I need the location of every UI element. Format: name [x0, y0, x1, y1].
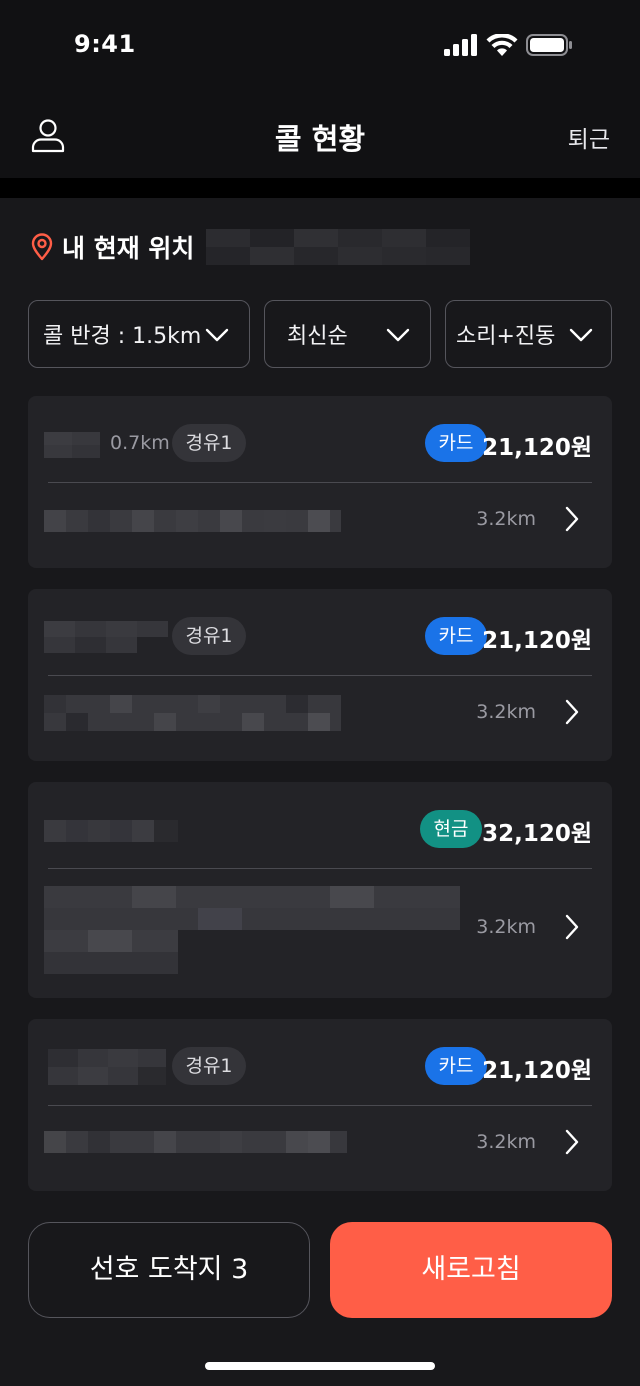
clock-out-button[interactable]: 퇴근: [568, 120, 610, 154]
chevron-right-icon: [565, 506, 579, 532]
current-location-row: 내 현재 위치: [30, 229, 471, 265]
chevron-down-icon: [386, 328, 410, 342]
trip-distance: 3.2km: [476, 1131, 536, 1153]
call-card-header: 현금 32,120원: [28, 782, 612, 868]
fare-amount: 32,120원: [482, 821, 592, 847]
call-card[interactable]: 현금 32,120원 3.2km: [28, 782, 612, 998]
payment-badge: 현금: [420, 810, 482, 848]
chevron-right-icon: [565, 914, 579, 940]
status-time: 9:41: [74, 30, 136, 58]
call-card-header: 경유1 카드 21,120원: [28, 589, 612, 675]
sort-order-dropdown[interactable]: 최신순: [264, 300, 431, 368]
location-pin-icon: [31, 233, 53, 261]
wifi-icon: [486, 34, 518, 56]
call-radius-dropdown[interactable]: 콜 반경 : 1.5km: [28, 300, 250, 368]
trip-distance: 3.2km: [476, 916, 536, 938]
card-divider: [48, 675, 592, 676]
location-value-redacted: [206, 229, 471, 265]
header-divider: [0, 178, 640, 198]
favorite-destinations-button[interactable]: 선호 도착지 3: [28, 1222, 310, 1318]
destination-redacted: [44, 1131, 347, 1153]
trip-distance: 3.2km: [476, 701, 536, 723]
sort-order-label: 최신순: [287, 324, 348, 349]
fare-amount: 21,120원: [482, 1058, 592, 1084]
fare-amount: 21,120원: [482, 435, 592, 461]
chevron-right-icon: [565, 699, 579, 725]
alert-mode-label: 소리+진동: [456, 324, 556, 349]
card-divider: [48, 1105, 592, 1106]
fuel-type-badge: 경유1: [172, 617, 246, 655]
call-card[interactable]: 경유1 카드 21,120원 3.2km: [28, 589, 612, 761]
payment-badge: 카드: [425, 617, 487, 655]
fare-amount: 21,120원: [482, 628, 592, 654]
card-divider: [48, 868, 592, 869]
status-icons: [444, 34, 572, 56]
call-card[interactable]: 0.7km 경유1 카드 21,120원 3.2km: [28, 396, 612, 568]
refresh-button[interactable]: 새로고침: [330, 1222, 612, 1318]
call-card-header: 경유1 카드 21,120원: [28, 1019, 612, 1105]
alert-mode-dropdown[interactable]: 소리+진동: [445, 300, 612, 368]
destination-redacted: [44, 695, 341, 731]
origin-redacted: [44, 820, 178, 842]
home-indicator: [205, 1362, 435, 1370]
destination-redacted: [44, 510, 341, 532]
chevron-down-icon: [205, 328, 229, 342]
chevron-down-icon: [569, 328, 593, 342]
location-label: 내 현재 위치: [62, 234, 195, 263]
card-divider: [48, 482, 592, 483]
call-radius-label: 콜 반경 : 1.5km: [43, 324, 202, 349]
payment-badge: 카드: [425, 1047, 487, 1085]
call-card-header: 0.7km 경유1 카드 21,120원: [28, 396, 612, 482]
status-bar: 9:41: [0, 0, 640, 92]
destination-redacted: [44, 886, 460, 974]
origin-redacted: [48, 1049, 166, 1085]
trip-distance: 3.2km: [476, 508, 536, 530]
nav-header: 콜 현황 퇴근: [0, 92, 640, 178]
chevron-right-icon: [565, 1129, 579, 1155]
pickup-distance: 0.7km: [110, 432, 170, 454]
call-list-screen: 내 현재 위치 콜 반경 : 1.5km 최신순 소리+진동 0.7km 경유1…: [0, 198, 640, 1386]
fuel-type-badge: 경유1: [172, 424, 246, 462]
cellular-signal-icon: [444, 34, 477, 56]
fuel-type-badge: 경유1: [172, 1047, 246, 1085]
call-card[interactable]: 경유1 카드 21,120원 3.2km: [28, 1019, 612, 1191]
page-title: 콜 현황: [274, 122, 366, 156]
payment-badge: 카드: [425, 424, 487, 462]
origin-redacted: [44, 621, 168, 653]
origin-redacted: [44, 432, 100, 458]
battery-icon: [526, 34, 572, 56]
